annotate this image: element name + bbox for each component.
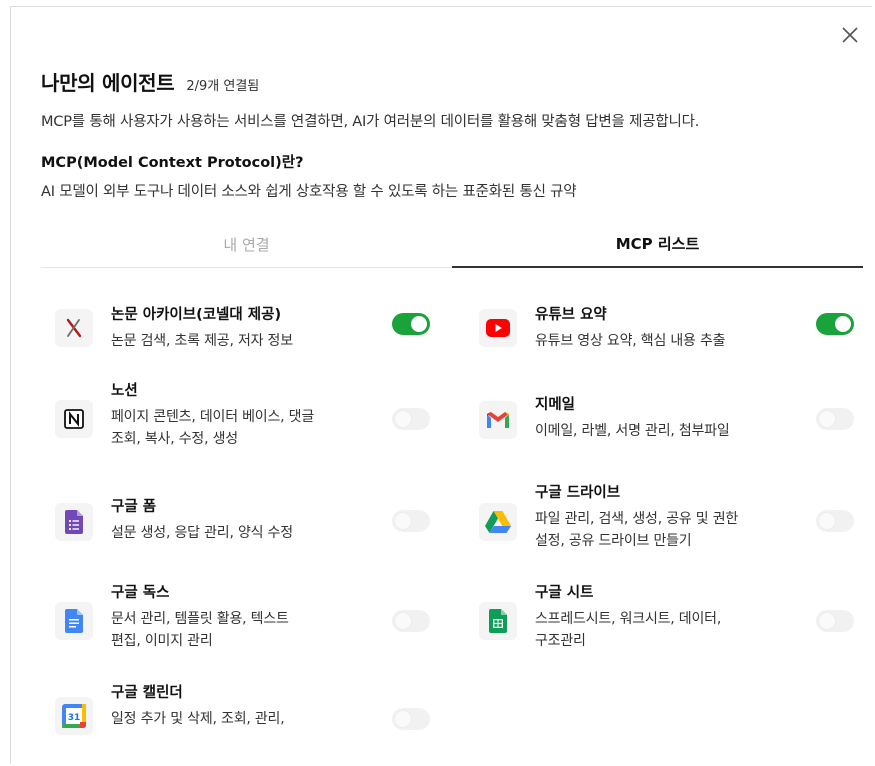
service-toggle[interactable] — [816, 313, 854, 335]
service-toggle[interactable] — [816, 510, 854, 532]
service-description: 이메일, 라벨, 서명 관리, 첨부파일 — [535, 420, 795, 442]
toggle-knob — [835, 316, 851, 332]
service-item-arxiv: 논문 아카이브(코넬대 제공) 논문 검색, 초록 제공, 저자 정보 — [55, 303, 430, 353]
toggle-knob — [411, 316, 427, 332]
service-description: 페이지 콘텐츠, 데이터 베이스, 댓글 조회, 복사, 수정, 생성 — [111, 406, 371, 450]
calendar-day-text: 31 — [68, 713, 81, 723]
toggle-knob — [819, 513, 835, 529]
service-toggle[interactable] — [392, 510, 430, 532]
service-description: 일정 추가 및 삭제, 조회, 관리, — [111, 708, 371, 730]
google-drive-icon — [479, 503, 517, 541]
service-desc-line: 일정 추가 및 삭제, 조회, 관리, — [111, 711, 285, 727]
connected-count: 2/9개 연결됨 — [186, 79, 260, 94]
google-sheets-icon — [479, 602, 517, 640]
notion-icon — [55, 400, 93, 438]
mcp-question: MCP(Model Context Protocol)란? — [41, 155, 304, 171]
service-item-google-sheets: 구글 시트 스프레드시트, 워크시트, 데이터, 구조관리 — [479, 581, 854, 661]
google-calendar-icon: 31 — [55, 697, 93, 735]
service-desc-line: 페이지 콘텐츠, 데이터 베이스, 댓글 — [111, 409, 315, 425]
service-desc-line: 논문 검색, 초록 제공, 저자 정보 — [111, 333, 293, 349]
tab-my-connections[interactable]: 내 연결 — [41, 221, 452, 267]
service-desc-line: 파일 관리, 검색, 생성, 공유 및 권한 — [535, 511, 739, 527]
service-item-google-drive: 구글 드라이브 파일 관리, 검색, 생성, 공유 및 권한 설정, 공유 드라… — [479, 481, 854, 561]
service-name: 유튜브 요약 — [535, 307, 607, 323]
toggle-knob — [395, 613, 411, 629]
toggle-knob — [819, 411, 835, 427]
modal-description: MCP를 통해 사용자가 사용하는 서비스를 연결하면, AI가 여러분의 데이… — [41, 114, 700, 130]
service-toggle[interactable] — [392, 313, 430, 335]
service-desc-line: 유튜브 영상 요약, 핵심 내용 추출 — [535, 333, 726, 349]
toggle-knob — [395, 711, 411, 727]
service-item-google-calendar: 31 구글 캘린더 일정 추가 및 삭제, 조회, 관리, — [55, 681, 430, 741]
service-name: 노션 — [111, 383, 138, 399]
service-name: 구글 드라이브 — [535, 485, 621, 501]
service-name: 구글 캘린더 — [111, 685, 183, 701]
close-icon[interactable] — [840, 25, 860, 45]
service-item-youtube: 유튜브 요약 유튜브 영상 요약, 핵심 내용 추출 — [479, 303, 854, 353]
service-name: 구글 폼 — [111, 499, 157, 515]
service-desc-line: 설정, 공유 드라이브 만들기 — [535, 533, 692, 549]
service-item-notion: 노션 페이지 콘텐츠, 데이터 베이스, 댓글 조회, 복사, 수정, 생성 — [55, 379, 430, 459]
toggle-knob — [395, 411, 411, 427]
mcp-answer: AI 모델이 외부 도구나 데이터 소스와 쉽게 상호작용 할 수 있도록 하는… — [41, 184, 577, 200]
gmail-icon — [479, 401, 517, 439]
service-name: 구글 독스 — [111, 585, 170, 601]
service-item-google-docs: 구글 독스 문서 관리, 템플릿 활용, 텍스트 편집, 이미지 관리 — [55, 581, 430, 661]
service-name: 구글 시트 — [535, 585, 594, 601]
service-description: 유튜브 영상 요약, 핵심 내용 추출 — [535, 330, 795, 352]
agent-modal: 나만의 에이전트 2/9개 연결됨 MCP를 통해 사용자가 사용하는 서비스를… — [10, 6, 872, 764]
service-description: 문서 관리, 템플릿 활용, 텍스트 편집, 이미지 관리 — [111, 608, 371, 652]
service-desc-line: 스프레드시트, 워크시트, 데이터, — [535, 611, 722, 627]
service-toggle[interactable] — [816, 408, 854, 430]
tab-bar: 내 연결 MCP 리스트 — [41, 221, 863, 268]
toggle-knob — [819, 613, 835, 629]
service-desc-line: 조회, 복사, 수정, 생성 — [111, 431, 238, 447]
youtube-icon — [479, 309, 517, 347]
service-name: 지메일 — [535, 397, 576, 413]
modal-title: 나만의 에이전트 — [41, 71, 175, 95]
service-toggle[interactable] — [392, 408, 430, 430]
service-toggle[interactable] — [392, 610, 430, 632]
service-description: 설문 생성, 응답 관리, 양식 수정 — [111, 522, 371, 544]
google-docs-icon — [55, 602, 93, 640]
service-description: 논문 검색, 초록 제공, 저자 정보 — [111, 330, 371, 352]
service-desc-line: 문서 관리, 템플릿 활용, 텍스트 — [111, 611, 289, 627]
service-toggle[interactable] — [392, 708, 430, 730]
service-desc-line: 설문 생성, 응답 관리, 양식 수정 — [111, 525, 293, 541]
service-toggle[interactable] — [816, 610, 854, 632]
service-desc-line: 이메일, 라벨, 서명 관리, 첨부파일 — [535, 423, 730, 439]
service-item-google-forms: 구글 폼 설문 생성, 응답 관리, 양식 수정 — [55, 495, 430, 551]
tab-mcp-list[interactable]: MCP 리스트 — [452, 221, 863, 268]
service-desc-line: 구조관리 — [535, 633, 586, 649]
service-desc-line: 편집, 이미지 관리 — [111, 633, 213, 649]
arxiv-icon — [55, 309, 93, 347]
toggle-knob — [395, 513, 411, 529]
service-name: 논문 아카이브(코넬대 제공) — [111, 307, 282, 323]
service-description: 파일 관리, 검색, 생성, 공유 및 권한 설정, 공유 드라이브 만들기 — [535, 508, 795, 552]
service-description: 스프레드시트, 워크시트, 데이터, 구조관리 — [535, 608, 795, 652]
modal-header: 나만의 에이전트 2/9개 연결됨 MCP를 통해 사용자가 사용하는 서비스를… — [41, 67, 852, 201]
service-item-gmail: 지메일 이메일, 라벨, 서명 관리, 첨부파일 — [479, 393, 854, 453]
google-forms-icon — [55, 503, 93, 541]
